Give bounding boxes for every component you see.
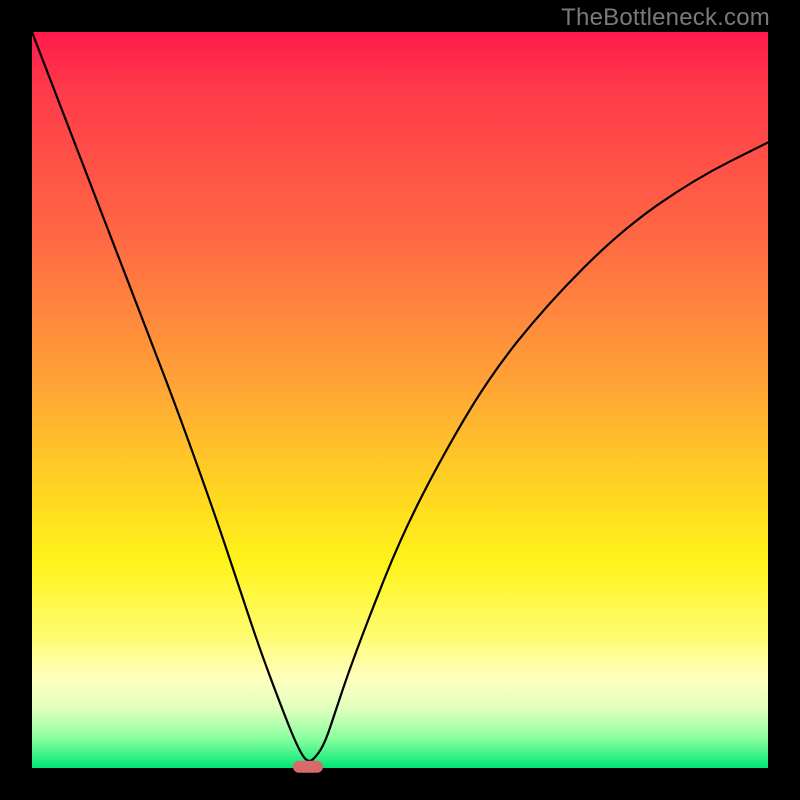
watermark-text: TheBottleneck.com: [561, 4, 770, 32]
chart-frame: TheBottleneck.com: [0, 0, 800, 800]
curve-path: [32, 32, 768, 761]
min-marker: [293, 761, 323, 773]
plot-area: [32, 32, 768, 768]
bottleneck-curve: [32, 32, 768, 768]
